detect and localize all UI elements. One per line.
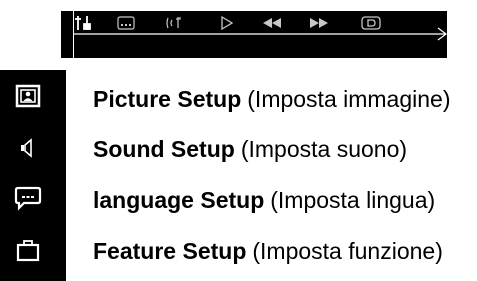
- speech-bubble-icon[interactable]: [8, 181, 48, 215]
- menu-item-subtitle: (Imposta lingua): [270, 186, 436, 213]
- menu-item-subtitle: (Imposta suono): [240, 135, 408, 162]
- menu-item-language-setup[interactable]: language Setup (Imposta lingua): [93, 182, 435, 218]
- menu-item-picture-setup[interactable]: Picture Setup (Imposta immagine): [93, 81, 451, 117]
- rewind-icon[interactable]: [261, 13, 283, 33]
- subtitle-icon[interactable]: [116, 13, 138, 33]
- audio-icon[interactable]: [165, 13, 187, 33]
- briefcase-icon[interactable]: [8, 233, 48, 267]
- settings-icon[interactable]: [73, 13, 99, 33]
- top-menu-bar: [61, 11, 447, 58]
- fast-forward-icon[interactable]: [308, 13, 330, 33]
- menu-item-sound-setup[interactable]: Sound Setup (Imposta suono): [93, 131, 407, 167]
- menu-item-title: Picture Setup: [93, 85, 242, 112]
- play-icon[interactable]: [217, 13, 237, 33]
- side-menu-panel: [0, 70, 66, 281]
- menu-item-title: Feature Setup: [93, 237, 247, 264]
- picture-icon[interactable]: [8, 79, 48, 113]
- menu-item-feature-setup[interactable]: Feature Setup (Imposta funzione): [93, 233, 443, 269]
- display-icon[interactable]: [359, 13, 383, 33]
- speaker-icon[interactable]: [8, 131, 48, 165]
- menu-item-subtitle: (Imposta immagine): [247, 85, 451, 112]
- menu-item-subtitle: (Imposta funzione): [252, 237, 443, 264]
- menu-item-title: Sound Setup: [93, 135, 235, 162]
- side-divider: [64, 70, 66, 281]
- menu-item-title: language Setup: [93, 186, 265, 213]
